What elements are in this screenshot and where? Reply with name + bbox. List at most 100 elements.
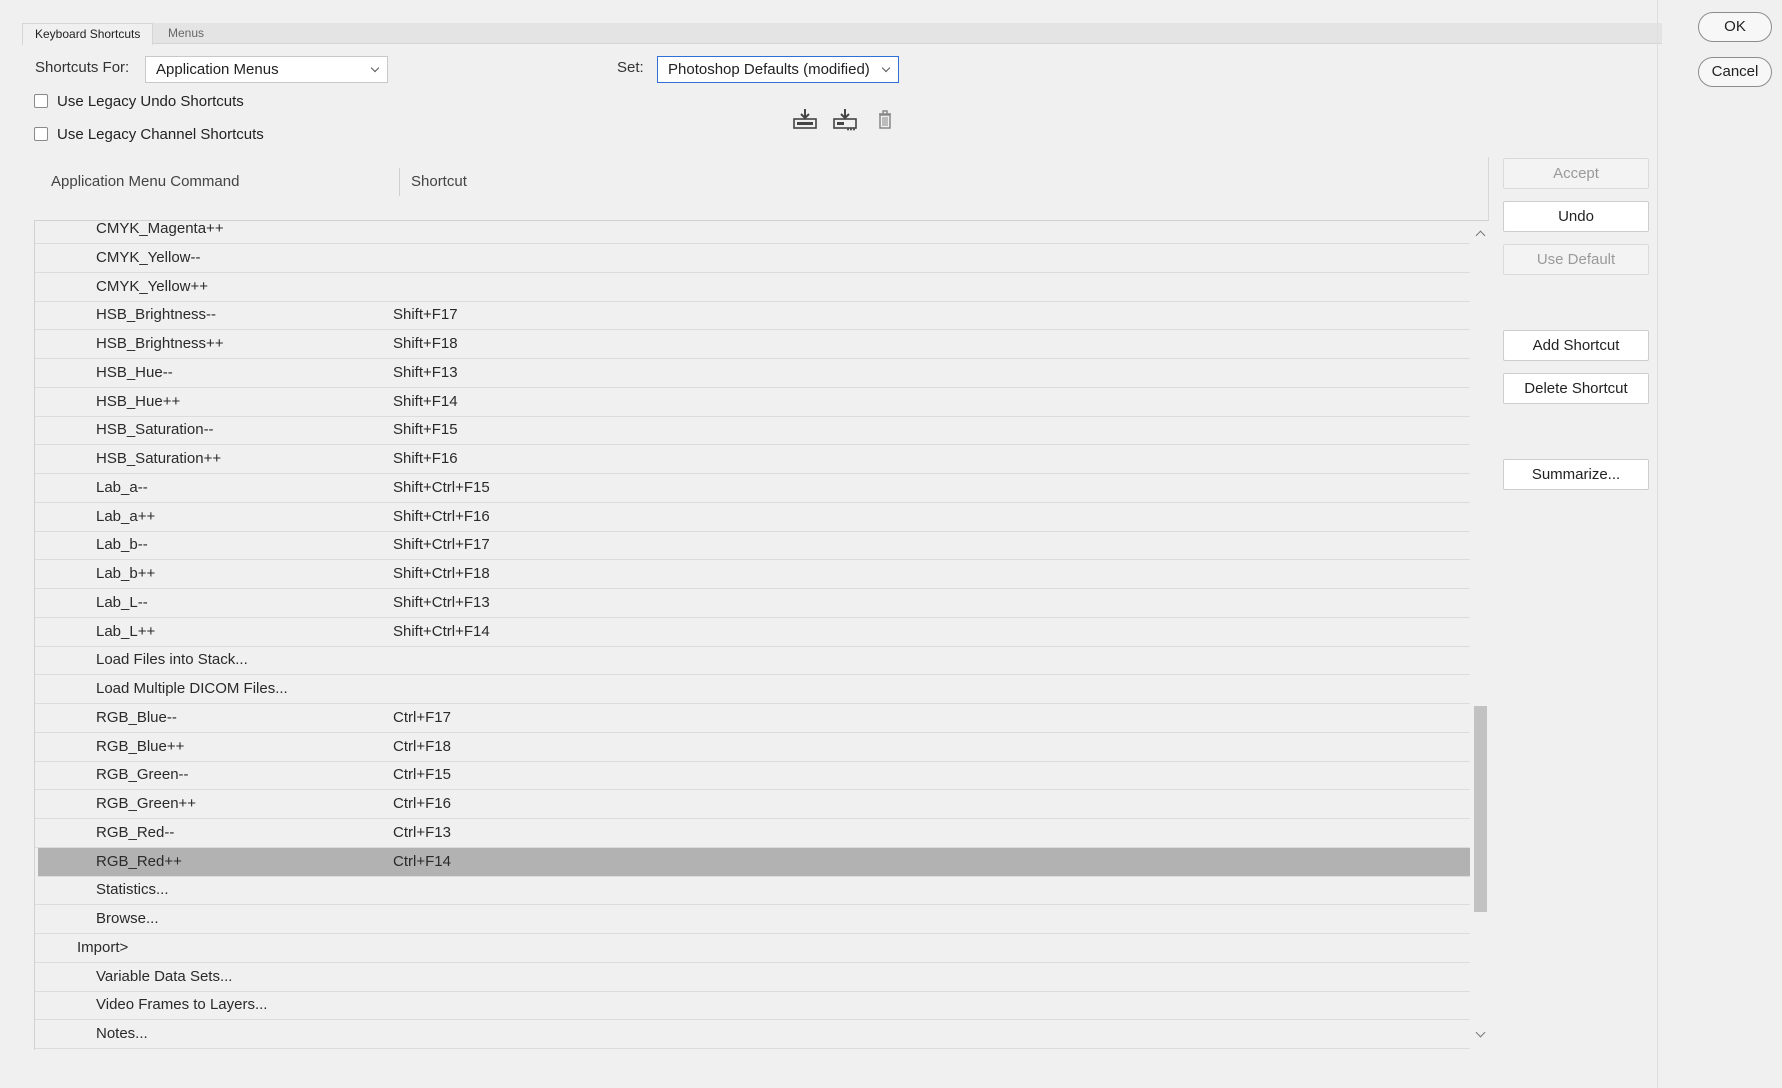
command-cell: CMYK_Yellow-- (96, 248, 201, 266)
table-row[interactable]: Import> (35, 934, 1470, 963)
delete-shortcut-button[interactable]: Delete Shortcut (1503, 373, 1649, 404)
command-cell: HSB_Saturation-- (96, 421, 214, 439)
chevron-down-icon (881, 63, 891, 73)
save-set-icon[interactable] (792, 107, 818, 131)
command-cell: HSB_Hue++ (96, 392, 181, 410)
table-row[interactable]: Lab_a++ Shift+Ctrl+F16 (35, 503, 1470, 532)
set-value: Photoshop Defaults (modified) (668, 61, 870, 78)
command-cell: RGB_Blue-- (96, 708, 177, 726)
shortcut-cell: Shift+Ctrl+F18 (393, 565, 490, 582)
legacy-undo-checkbox[interactable] (34, 94, 48, 108)
table-row[interactable]: Notes... (35, 1020, 1470, 1049)
table-row[interactable]: HSB_Brightness++ Shift+F18 (35, 330, 1470, 359)
shortcut-cell: Shift+Ctrl+F16 (393, 507, 490, 525)
table-row[interactable]: HSB_Saturation++ Shift+F16 (35, 445, 1470, 474)
table-row[interactable]: Load Multiple DICOM Files... (35, 675, 1470, 704)
command-cell: Video Frames to Layers... (96, 996, 268, 1014)
shortcut-cell: Shift+Ctrl+F15 (393, 478, 490, 496)
command-cell: RGB_Red++ (96, 852, 182, 870)
shortcut-cell: Shift+Ctrl+F17 (393, 536, 490, 554)
shortcut-cell: Ctrl+F18 (393, 737, 451, 755)
cancel-button[interactable]: Cancel (1698, 57, 1772, 87)
tab-bar: Keyboard Shortcuts Menus (22, 23, 1662, 45)
command-cell: Lab_a-- (96, 478, 148, 496)
table-row[interactable]: HSB_Hue++ Shift+F14 (35, 388, 1470, 417)
table-row[interactable]: RGB_Red++ Ctrl+F14 (38, 847, 1470, 877)
table-row[interactable]: Lab_b-- Shift+Ctrl+F17 (35, 531, 1470, 561)
save-set-as-icon[interactable] (832, 107, 858, 131)
command-cell: Lab_a++ (96, 507, 156, 525)
column-header-command[interactable]: Application Menu Command (51, 173, 239, 190)
chevron-down-icon (370, 63, 380, 73)
table-row[interactable]: Lab_a-- Shift+Ctrl+F15 (35, 474, 1470, 503)
command-cell: HSB_Hue-- (96, 363, 173, 381)
table-row[interactable]: Video Frames to Layers... (35, 991, 1470, 1021)
command-cell: CMYK_Magenta++ (96, 220, 224, 237)
shortcut-cell: Ctrl+F17 (393, 708, 451, 726)
trash-icon[interactable] (872, 107, 898, 131)
table-row[interactable]: HSB_Brightness-- Shift+F17 (35, 301, 1470, 331)
tab-menus[interactable]: Menus (156, 23, 216, 44)
shortcut-cell: Ctrl+F16 (393, 795, 451, 812)
command-cell: HSB_Brightness++ (96, 335, 224, 352)
table-row[interactable]: RGB_Blue++ Ctrl+F18 (35, 733, 1470, 762)
table-row[interactable]: RGB_Green-- Ctrl+F15 (35, 761, 1470, 791)
table-row[interactable]: Lab_L++ Shift+Ctrl+F14 (35, 618, 1470, 647)
command-cell: RGB_Green++ (96, 795, 197, 812)
scrollbar[interactable] (1472, 223, 1488, 1045)
table-row[interactable]: RGB_Red-- Ctrl+F13 (35, 819, 1470, 848)
table-row[interactable]: CMYK_Yellow-- (35, 244, 1470, 273)
table-row[interactable]: RGB_Green++ Ctrl+F16 (35, 790, 1470, 819)
accept-button[interactable]: Accept (1503, 158, 1649, 189)
shortcut-table[interactable]: CMYK_Magenta++ CMYK_Yellow-- CMYK_Yellow++… (34, 220, 1489, 1050)
ok-button[interactable]: OK (1698, 12, 1772, 42)
legacy-undo-label: Use Legacy Undo Shortcuts (57, 93, 244, 110)
tab-keyboard-shortcuts[interactable]: Keyboard Shortcuts (22, 23, 154, 45)
table-row[interactable]: Lab_L-- Shift+Ctrl+F13 (35, 589, 1470, 618)
table-row[interactable]: HSB_Saturation-- Shift+F15 (35, 416, 1470, 446)
command-cell: Statistics... (96, 881, 169, 899)
shortcut-cell: Ctrl+F13 (393, 823, 451, 841)
column-header-shortcut[interactable]: Shortcut (411, 173, 467, 190)
table-row[interactable]: CMYK_Yellow++ (35, 273, 1470, 302)
undo-button[interactable]: Undo (1503, 201, 1649, 232)
command-cell: Load Files into Stack... (96, 651, 248, 669)
legacy-channel-checkbox[interactable] (34, 127, 48, 141)
command-cell: RGB_Red-- (96, 823, 175, 841)
command-cell: Load Multiple DICOM Files... (96, 680, 288, 697)
shortcut-cell: Shift+Ctrl+F13 (393, 593, 490, 611)
command-cell: CMYK_Yellow++ (96, 277, 209, 295)
add-shortcut-button[interactable]: Add Shortcut (1503, 330, 1649, 361)
column-divider[interactable] (399, 168, 400, 196)
panel-divider (1488, 157, 1489, 222)
command-cell: HSB_Brightness-- (96, 306, 217, 324)
shortcuts-for-select[interactable]: Application Menus (145, 56, 388, 83)
shortcut-cell: Ctrl+F14 (393, 852, 451, 870)
table-row[interactable]: HSB_Hue-- Shift+F13 (35, 359, 1470, 388)
table-row[interactable]: Lab_b++ Shift+Ctrl+F18 (35, 560, 1470, 589)
set-label: Set: (617, 59, 644, 76)
summarize-button[interactable]: Summarize... (1503, 459, 1649, 490)
table-row[interactable]: RGB_Blue-- Ctrl+F17 (35, 704, 1470, 733)
command-cell: Notes... (96, 1025, 148, 1042)
shortcut-cell: Shift+Ctrl+F14 (393, 622, 490, 640)
shortcuts-for-value: Application Menus (156, 61, 279, 78)
dialog-divider (1657, 0, 1658, 1088)
table-row[interactable]: Browse... (35, 905, 1470, 934)
shortcut-cell: Shift+F17 (393, 306, 458, 324)
table-row[interactable]: CMYK_Magenta++ (35, 220, 1470, 244)
shortcut-cell: Shift+F13 (393, 363, 458, 381)
table-row[interactable]: Statistics... (35, 876, 1470, 906)
scrollbar-thumb[interactable] (1474, 706, 1487, 912)
table-row[interactable]: Load Files into Stack... (35, 646, 1470, 676)
command-cell: RGB_Green-- (96, 766, 189, 784)
set-select[interactable]: Photoshop Defaults (modified) (657, 56, 899, 83)
use-default-button[interactable]: Use Default (1503, 244, 1649, 275)
shortcut-cell: Shift+F14 (393, 392, 458, 410)
shortcuts-for-label: Shortcuts For: (35, 59, 130, 76)
table-row[interactable]: Variable Data Sets... (35, 963, 1470, 992)
shortcut-cell: Shift+F16 (393, 450, 458, 467)
command-cell: Lab_L-- (96, 593, 148, 611)
command-cell: Lab_b++ (96, 565, 156, 582)
command-cell: Variable Data Sets... (96, 967, 233, 985)
